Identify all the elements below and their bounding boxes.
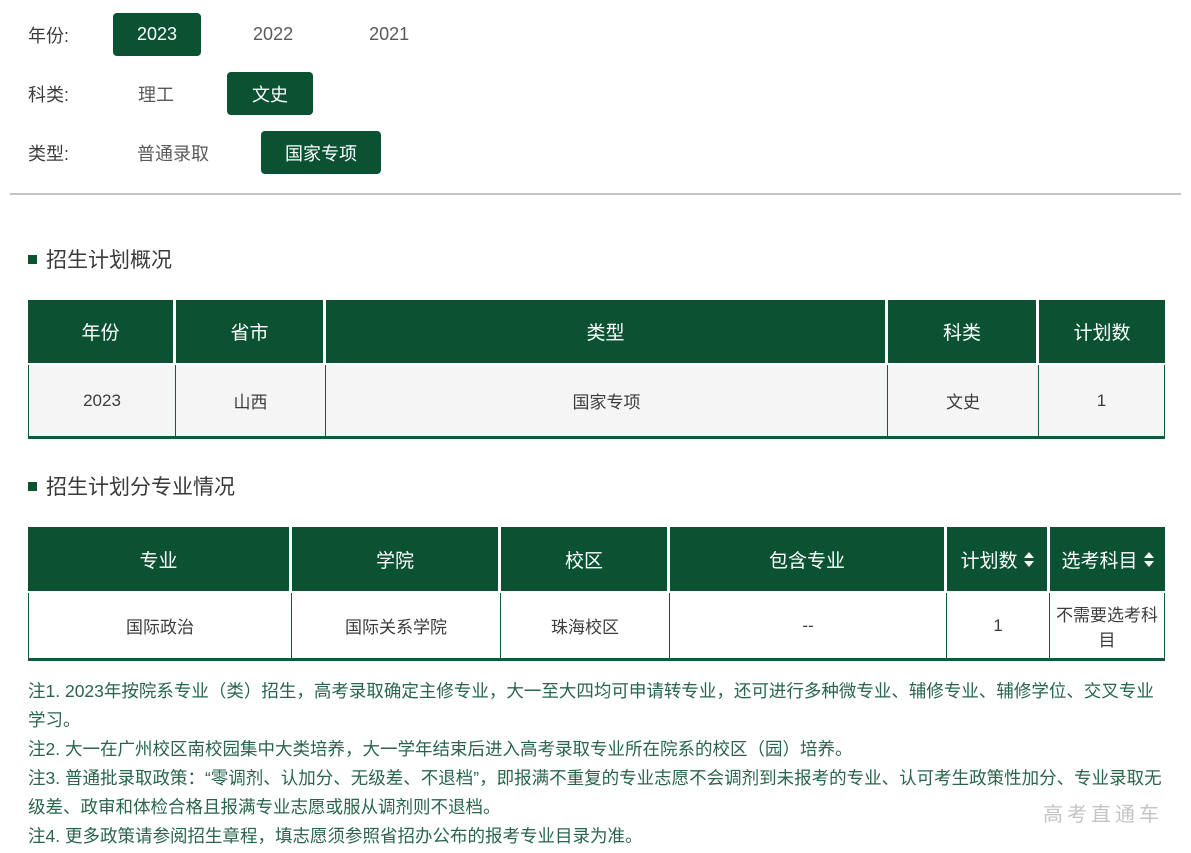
col-header-campus: 校区	[501, 527, 670, 593]
filter-option-year-2022[interactable]: 2022	[229, 13, 317, 56]
filter-row-year: 年份: 2023 2022 2021	[28, 13, 1163, 56]
filter-label-type: 类型:	[28, 143, 70, 164]
plan-overview-table: 年份 省市 类型 科类 计划数 2023 山西 国家专项 文史 1	[28, 300, 1165, 439]
filter-option-liberal-arts[interactable]: 文史	[227, 72, 313, 115]
col-header-exam-subjects-sortable[interactable]: 选考科目	[1050, 527, 1165, 593]
table-row: 2023 山西 国家专项 文史 1	[28, 365, 1165, 438]
table-header-row: 年份 省市 类型 科类 计划数	[28, 300, 1165, 365]
square-bullet-icon	[28, 254, 37, 264]
filter-label-year: 年份:	[28, 25, 70, 46]
filter-option-national-special[interactable]: 国家专项	[261, 131, 381, 174]
filter-option-year-2021[interactable]: 2021	[345, 13, 433, 56]
cell-province: 山西	[176, 365, 326, 438]
sort-icon[interactable]	[1143, 551, 1154, 567]
filter-options-subject: 理工 文史	[113, 72, 313, 115]
filter-options-type: 普通录取 国家专项	[113, 131, 381, 174]
cell-subject: 文史	[888, 365, 1039, 438]
filter-options-year: 2023 2022 2021	[113, 13, 433, 56]
sort-icon[interactable]	[1023, 551, 1034, 567]
table-header-row: 专业 学院 校区 包含专业 计划数 选考科目	[28, 527, 1165, 593]
section-title-text: 招生计划分专业情况	[46, 476, 235, 499]
cell-type: 国家专项	[326, 365, 888, 438]
col-header-major: 专业	[28, 527, 292, 593]
note-4: 注4. 更多政策请参阅招生章程，填志愿须参照省招办公布的报考专业目录为准。	[28, 826, 643, 846]
table-row: 国际政治 国际关系学院 珠海校区 -- 1 不需要选考科目	[28, 593, 1165, 660]
notes-section: 注1. 2023年按院系专业（类）招生，高考录取确定主修专业，大一至大四均可申请…	[28, 677, 1168, 851]
cell-major: 国际政治	[28, 593, 292, 660]
section-title-plan-by-major: 招生计划分专业情况	[28, 471, 1163, 501]
filter-row-type: 类型: 普通录取 国家专项	[28, 131, 1163, 174]
filter-row-subject: 科类: 理工 文史	[28, 72, 1163, 115]
note-3: 注3. 普通批录取政策：“零调剂、认加分、无级差、不退档”，即报满不重复的专业志…	[28, 768, 1162, 817]
enrollment-plan-page: 年份: 2023 2022 2021 科类: 理工 文史 类型: 普通录取 国家…	[0, 0, 1191, 851]
section-title-plan-overview: 招生计划概况	[28, 244, 1163, 274]
section-divider	[10, 193, 1181, 195]
col-header-plan-count-sortable[interactable]: 计划数	[947, 527, 1050, 593]
col-header-subject: 科类	[888, 300, 1039, 365]
filter-label-subject: 科类:	[28, 84, 70, 105]
col-header-province: 省市	[176, 300, 326, 365]
col-header-plan-count: 计划数	[1039, 300, 1165, 365]
gaokao-zhitongche-watermark: 高考直通车	[1043, 804, 1163, 826]
filter-option-science[interactable]: 理工	[113, 72, 199, 115]
filter-option-year-2023[interactable]: 2023	[113, 13, 202, 56]
note-2: 注2. 大一在广州校区南校园集中大类培养，大一学年结束后进入高考录取专业所在院系…	[28, 739, 853, 759]
cell-included-majors: --	[670, 593, 947, 660]
col-header-year: 年份	[28, 300, 176, 365]
plan-by-major-table: 专业 学院 校区 包含专业 计划数 选考科目 国际政治 国际关系学院 珠海校区 …	[28, 527, 1165, 661]
square-bullet-icon	[28, 481, 37, 491]
cell-college: 国际关系学院	[292, 593, 501, 660]
note-1: 注1. 2023年按院系专业（类）招生，高考录取确定主修专业，大一至大四均可申请…	[28, 681, 1154, 730]
cell-exam-subjects: 不需要选考科目	[1050, 593, 1165, 660]
section-title-text: 招生计划概况	[46, 249, 172, 272]
cell-plan-count: 1	[947, 593, 1050, 660]
col-header-included-majors: 包含专业	[670, 527, 947, 593]
filter-option-regular-admission[interactable]: 普通录取	[113, 131, 233, 174]
cell-plan-count: 1	[1039, 365, 1165, 438]
cell-campus: 珠海校区	[501, 593, 670, 660]
cell-year: 2023	[28, 365, 176, 438]
col-header-college: 学院	[292, 527, 501, 593]
col-header-type: 类型	[326, 300, 888, 365]
